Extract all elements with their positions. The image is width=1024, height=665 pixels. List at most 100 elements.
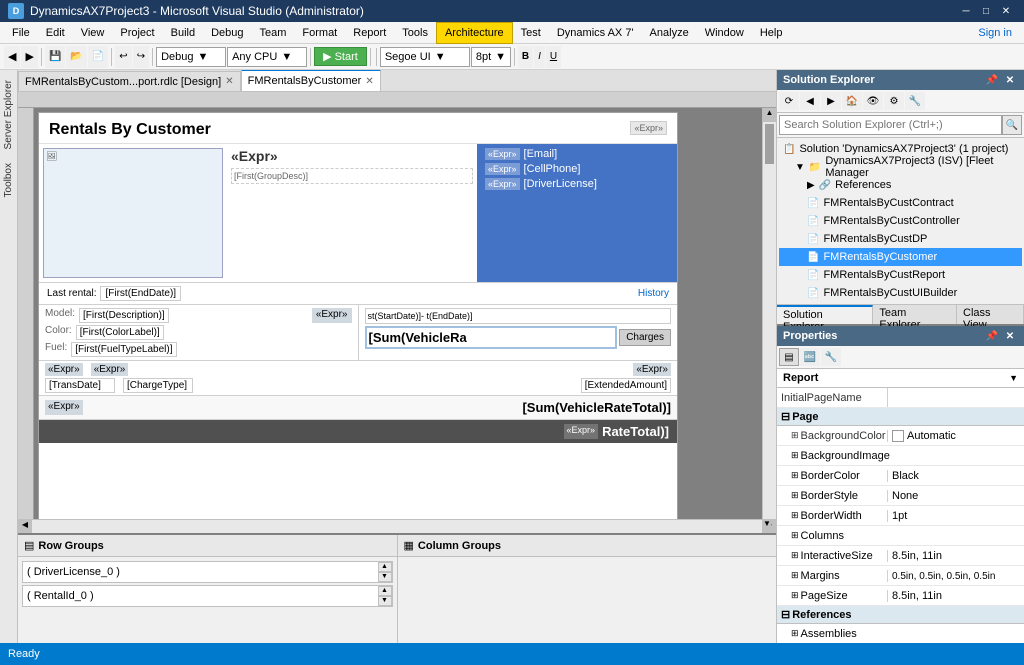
row-group-scroll-down-1[interactable]: ▼ [378,572,392,582]
row-group-item-1[interactable]: ( DriverLicense_0 ) ▲ ▼ [22,561,393,583]
charges-button[interactable]: Charges [619,329,671,346]
menu-edit[interactable]: Edit [38,22,73,44]
se-back-button[interactable]: ◀ [800,92,820,110]
menu-file[interactable]: File [4,22,38,44]
menu-window[interactable]: Window [697,22,752,44]
tree-controller[interactable]: 📄 FMRentalsByCustController [779,212,1022,230]
se-pin-button[interactable]: 📌 [984,72,1000,88]
prop-alpha-button[interactable]: 🔤 [800,348,820,366]
prop-background-image[interactable]: ⊞ BackgroundImage [777,446,1024,466]
se-search-button[interactable]: 🔍 [1002,115,1022,135]
tree-dp[interactable]: 📄 FMRentalsByCustDP [779,230,1022,248]
prop-background-color[interactable]: ⊞ BackgroundColor Automatic [777,426,1024,446]
save-button[interactable]: 💾 [45,46,65,68]
close-button[interactable]: ✕ [996,4,1016,18]
italic-button[interactable]: I [534,46,545,68]
menu-team[interactable]: Team [252,22,295,44]
se-close-button[interactable]: ✕ [1002,72,1018,88]
open-button[interactable]: 📂 [66,46,86,68]
menu-help[interactable]: Help [752,22,791,44]
tab-rdlc-design[interactable]: FMRentalsByCustom...port.rdlc [Design] ✕ [18,71,241,91]
prop-dropdown-arrow[interactable]: ▼ [1009,373,1018,383]
se-home-button[interactable]: 🏠 [842,92,862,110]
bold-button[interactable]: B [518,46,533,68]
row-group-scroll-down-2[interactable]: ▼ [378,596,392,606]
report-vscrollbar[interactable]: ▲ ▼ [762,108,776,519]
se-showall-button[interactable]: 👁 [863,92,883,110]
server-explorer-label[interactable]: Server Explorer [1,74,16,155]
prop-section-page[interactable]: ⊟ Page [777,408,1024,426]
status-bar: Ready [0,643,1024,665]
tree-customer-selected[interactable]: 📄 FMRentalsByCustomer [779,248,1022,266]
row-group-scroll-up-1[interactable]: ▲ [378,562,392,572]
menu-dynamics[interactable]: Dynamics AX 7' [549,22,642,44]
history-link[interactable]: History [638,288,669,299]
menu-test[interactable]: Test [513,22,549,44]
prop-margins[interactable]: ⊞ Margins 0.5in, 0.5in, 0.5in, 0.5in [777,566,1024,586]
prop-border-style[interactable]: ⊞ BorderStyle None [777,486,1024,506]
redo-button[interactable]: ↪ [133,46,149,68]
tree-cust-report[interactable]: 📄 FMRentalsByCustReport [779,266,1022,284]
menu-view[interactable]: View [73,22,113,44]
se-tab-team[interactable]: Team Explorer [873,305,957,324]
prop-pin-button[interactable]: 📌 [984,328,1000,344]
new-button[interactable]: 📄 [88,46,108,68]
se-filter-button[interactable]: ⚙ [884,92,904,110]
prop-close-button[interactable]: ✕ [1002,328,1018,344]
undo-button[interactable]: ↩ [115,46,131,68]
prop-border-color[interactable]: ⊞ BorderColor Black [777,466,1024,486]
se-title-bar: Solution Explorer 📌 ✕ [777,70,1024,90]
start-button[interactable]: ▶ Start [314,47,367,66]
prop-border-width[interactable]: ⊞ BorderWidth 1pt [777,506,1024,526]
se-search-input[interactable] [779,115,1002,135]
menu-report[interactable]: Report [345,22,394,44]
status-text: Ready [8,648,40,660]
document-tabs: FMRentalsByCustom...port.rdlc [Design] ✕… [18,70,776,92]
sign-in-link[interactable]: Sign in [970,25,1020,41]
report-canvas: Rentals By Customer «Expr» 🖼 [38,112,678,519]
back-button[interactable]: ◀ [4,46,20,68]
prop-page-size[interactable]: ⊞ PageSize 8.5in, 11in [777,586,1024,606]
tab-close-2[interactable]: ✕ [365,76,373,87]
prop-columns[interactable]: ⊞ Columns [777,526,1024,546]
prop-section-references[interactable]: ⊟ References [777,606,1024,624]
maximize-button[interactable]: □ [976,4,996,18]
menu-analyze[interactable]: Analyze [642,22,697,44]
platform-dropdown[interactable]: Any CPU ▼ [227,47,307,67]
prop-wrench-button[interactable]: 🔧 [821,348,841,366]
tree-contract[interactable]: 📄 FMRentalsByCustContract [779,194,1022,212]
se-settings-button[interactable]: 🔧 [905,92,925,110]
se-sync-button[interactable]: ⟳ [779,92,799,110]
prop-interactive-size[interactable]: ⊞ InteractiveSize 8.5in, 11in [777,546,1024,566]
last-rental-label: Last rental: [47,288,96,299]
tab-fm-rentals[interactable]: FMRentalsByCustomer ✕ [241,70,381,91]
menu-format[interactable]: Format [294,22,345,44]
prop-cat-button[interactable]: ▤ [779,348,799,366]
debug-dropdown[interactable]: Debug ▼ [156,47,226,67]
tab-close-1[interactable]: ✕ [225,76,233,87]
tree-uibuilder[interactable]: 📄 FMRentalsByCustUIBuilder [779,284,1022,302]
menu-debug[interactable]: Debug [203,22,251,44]
prop-assemblies[interactable]: ⊞ Assemblies [777,624,1024,643]
report-hscrollbar[interactable]: ◀ ▶ [18,519,776,533]
se-tab-class[interactable]: Class View [957,305,1024,324]
toolbar: ◀ ▶ 💾 📂 📄 ↩ ↪ Debug ▼ Any CPU ▼ ▶ Start … [0,44,1024,70]
menu-build[interactable]: Build [163,22,203,44]
tree-project[interactable]: ▼ 📁 DynamicsAX7Project3 (ISV) [Fleet Man… [779,158,1022,176]
font-name-dropdown[interactable]: Segoe UI ▼ [380,47,470,67]
se-tab-solution[interactable]: Solution Explorer [777,305,873,324]
font-size-dropdown[interactable]: 8pt ▼ [471,47,511,67]
se-forward-button[interactable]: ▶ [821,92,841,110]
row-group-scroll-up-2[interactable]: ▲ [378,586,392,596]
minimize-button[interactable]: ─ [956,4,976,18]
left-sidebar: Server Explorer Toolbox [0,70,18,643]
bgcolor-swatch [892,430,904,442]
toolbox-label[interactable]: Toolbox [1,157,16,203]
underline-button[interactable]: U [546,46,561,68]
menu-tools[interactable]: Tools [394,22,436,44]
expand-bgcolor[interactable]: ⊞ [791,430,799,441]
forward-button[interactable]: ▶ [21,46,37,68]
menu-architecture[interactable]: Architecture [436,22,513,44]
menu-project[interactable]: Project [112,22,162,44]
row-group-item-2[interactable]: ( RentalId_0 ) ▲ ▼ [22,585,393,607]
